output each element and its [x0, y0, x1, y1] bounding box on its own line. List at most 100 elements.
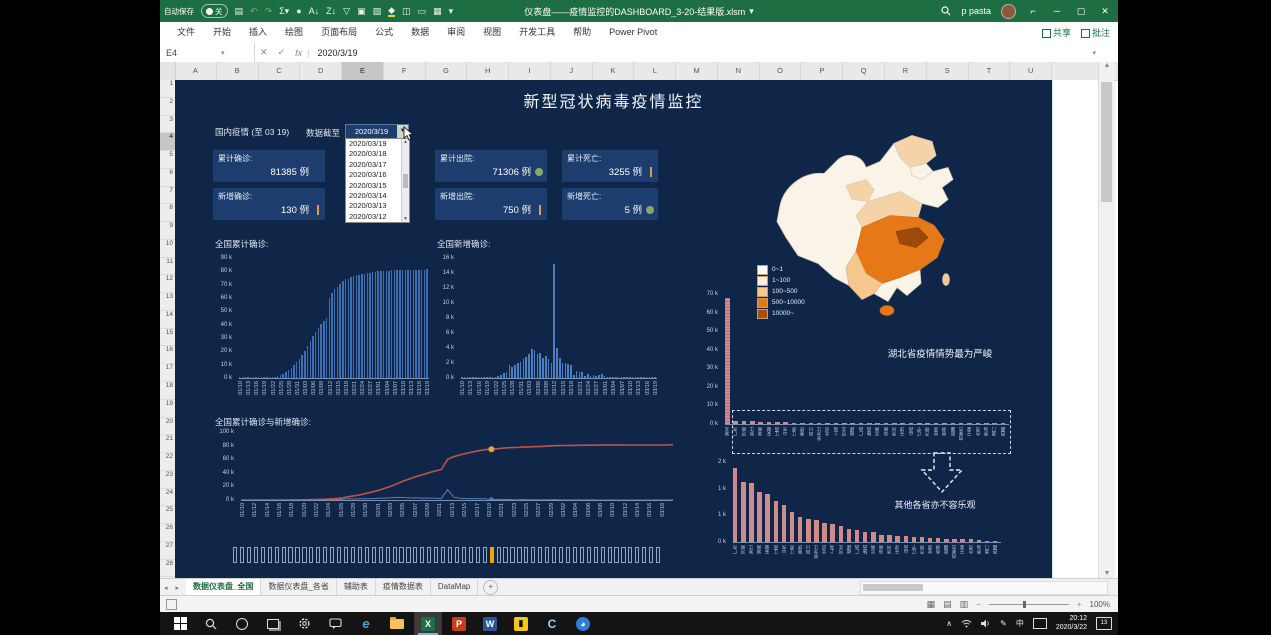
slicer-box[interactable] [316, 547, 320, 563]
slicer-box[interactable] [587, 547, 591, 563]
ribbon-tab-开发工具[interactable]: 开发工具 [510, 22, 564, 43]
zoom-level[interactable]: 100% [1090, 600, 1110, 609]
column-header-K[interactable]: K [593, 62, 635, 80]
slicer-box[interactable] [531, 547, 535, 563]
slicer-box[interactable] [635, 547, 639, 563]
clock[interactable]: 20:12 2020/3/22 [1056, 615, 1087, 633]
row-header-21[interactable]: 21 [160, 435, 175, 453]
add-sheet-button[interactable]: + [483, 580, 498, 595]
user-name[interactable]: p pasta [961, 6, 991, 16]
slicer-box[interactable] [649, 547, 653, 563]
row-header-5[interactable]: 5 [160, 151, 175, 169]
slicer-box[interactable] [434, 547, 438, 563]
slicer-box[interactable] [545, 547, 549, 563]
row-header-3[interactable]: 3 [160, 116, 175, 134]
dropdown-option[interactable]: 2020/03/13 [346, 201, 402, 211]
circle-icon[interactable]: ● [296, 7, 301, 16]
row-header-15[interactable]: 15 [160, 329, 175, 347]
slicer-box[interactable] [358, 547, 362, 563]
ribbon-tab-审阅[interactable]: 审阅 [438, 22, 474, 43]
dropdown-option[interactable]: 2020/03/18 [346, 149, 402, 159]
taskbar-task-view-icon[interactable] [259, 612, 287, 635]
column-header-H[interactable]: H [467, 62, 509, 80]
column-header-J[interactable]: J [551, 62, 593, 80]
ribbon-tab-帮助[interactable]: 帮助 [564, 22, 600, 43]
enter-icon[interactable]: ✓ [273, 47, 291, 58]
taskbar-powerpoint-icon[interactable]: P [445, 612, 473, 635]
slicer-box[interactable] [448, 547, 452, 563]
slicer-box[interactable] [379, 547, 383, 563]
column-header-I[interactable]: I [509, 62, 551, 80]
slicer-box[interactable] [330, 547, 334, 563]
row-header-18[interactable]: 18 [160, 382, 175, 400]
cancel-icon[interactable]: ✕ [255, 47, 273, 58]
slicer-box[interactable] [247, 547, 251, 563]
ime-indicator[interactable]: 中 [1016, 618, 1024, 629]
column-header-G[interactable]: G [426, 62, 468, 80]
dropdown-option[interactable]: 2020/03/17 [346, 160, 402, 170]
slicer-box[interactable] [413, 547, 417, 563]
row-header-19[interactable]: 19 [160, 400, 175, 418]
slicer-box[interactable] [240, 547, 244, 563]
autosave-toggle[interactable]: 关 [201, 4, 228, 18]
slicer-box[interactable] [510, 547, 514, 563]
slicer-box[interactable] [608, 547, 612, 563]
slicer-box[interactable] [309, 547, 313, 563]
taskbar-word-icon[interactable]: W [476, 612, 504, 635]
clear-filter-icon[interactable]: ▧ [373, 7, 382, 16]
share-button[interactable]: 共享 [1042, 26, 1071, 39]
switch-windows-icon[interactable]: ▦ [433, 7, 442, 16]
slicer-box[interactable] [233, 547, 237, 563]
row-header-23[interactable]: 23 [160, 471, 175, 489]
select-all-corner[interactable] [160, 62, 176, 80]
column-header-R[interactable]: R [885, 62, 927, 80]
row-header-2[interactable]: 2 [160, 98, 175, 116]
slicer-box[interactable] [552, 547, 556, 563]
taskbar-edge-icon[interactable]: e [352, 612, 380, 635]
slicer-box[interactable] [282, 547, 286, 563]
row-header-26[interactable]: 26 [160, 524, 175, 542]
row-header-27[interactable]: 27 [160, 542, 175, 560]
slicer-box[interactable] [344, 547, 348, 563]
pen-icon[interactable]: ✎ [1000, 619, 1007, 628]
column-header-E[interactable]: E [342, 62, 384, 80]
row-header-17[interactable]: 17 [160, 364, 175, 382]
more-commands-icon[interactable]: ▾ [449, 7, 454, 16]
format-painter-icon[interactable]: ◫ [402, 7, 411, 16]
dropdown-option[interactable]: 2020/03/14 [346, 191, 402, 201]
slicer-box[interactable] [399, 547, 403, 563]
ribbon-tab-视图[interactable]: 视图 [474, 22, 510, 43]
column-header-A[interactable]: A [175, 62, 217, 80]
column-header-L[interactable]: L [634, 62, 676, 80]
avatar[interactable] [1001, 4, 1016, 19]
vertical-scrollbar-thumb[interactable] [1101, 82, 1112, 202]
column-header-T[interactable]: T [969, 62, 1011, 80]
fill-color-icon[interactable]: ◆ [388, 6, 395, 17]
undo-icon[interactable]: ↶ [250, 7, 258, 16]
slicer-box[interactable] [420, 547, 424, 563]
slicer-box[interactable] [601, 547, 605, 563]
horizontal-scrollbar[interactable] [860, 581, 1108, 595]
formula-value[interactable]: 2020/3/19 [309, 48, 357, 58]
dropdown-option[interactable]: 2020/03/19 [346, 139, 402, 149]
column-header-N[interactable]: N [718, 62, 760, 80]
slicer-box[interactable] [393, 547, 397, 563]
slicer-box[interactable] [406, 547, 410, 563]
minimize-button[interactable]: ─ [1050, 6, 1064, 16]
slicer-box[interactable] [642, 547, 646, 563]
column-header-Q[interactable]: Q [843, 62, 885, 80]
search-icon[interactable] [941, 6, 951, 16]
ribbon-tab-文件[interactable]: 文件 [168, 22, 204, 43]
row-header-10[interactable]: 10 [160, 240, 175, 258]
row-header-22[interactable]: 22 [160, 453, 175, 471]
date-slicer[interactable] [233, 546, 663, 566]
row-header-16[interactable]: 16 [160, 346, 175, 364]
slicer-box[interactable] [427, 547, 431, 563]
slicer-box[interactable] [497, 547, 501, 563]
filter-icon[interactable]: ▽ [343, 7, 350, 16]
ribbon-display-icon[interactable]: ⌐ [1026, 6, 1040, 16]
row-header-12[interactable]: 12 [160, 275, 175, 293]
slicer-box[interactable] [573, 547, 577, 563]
slicer-box[interactable] [351, 547, 355, 563]
slicer-box[interactable] [517, 547, 521, 563]
